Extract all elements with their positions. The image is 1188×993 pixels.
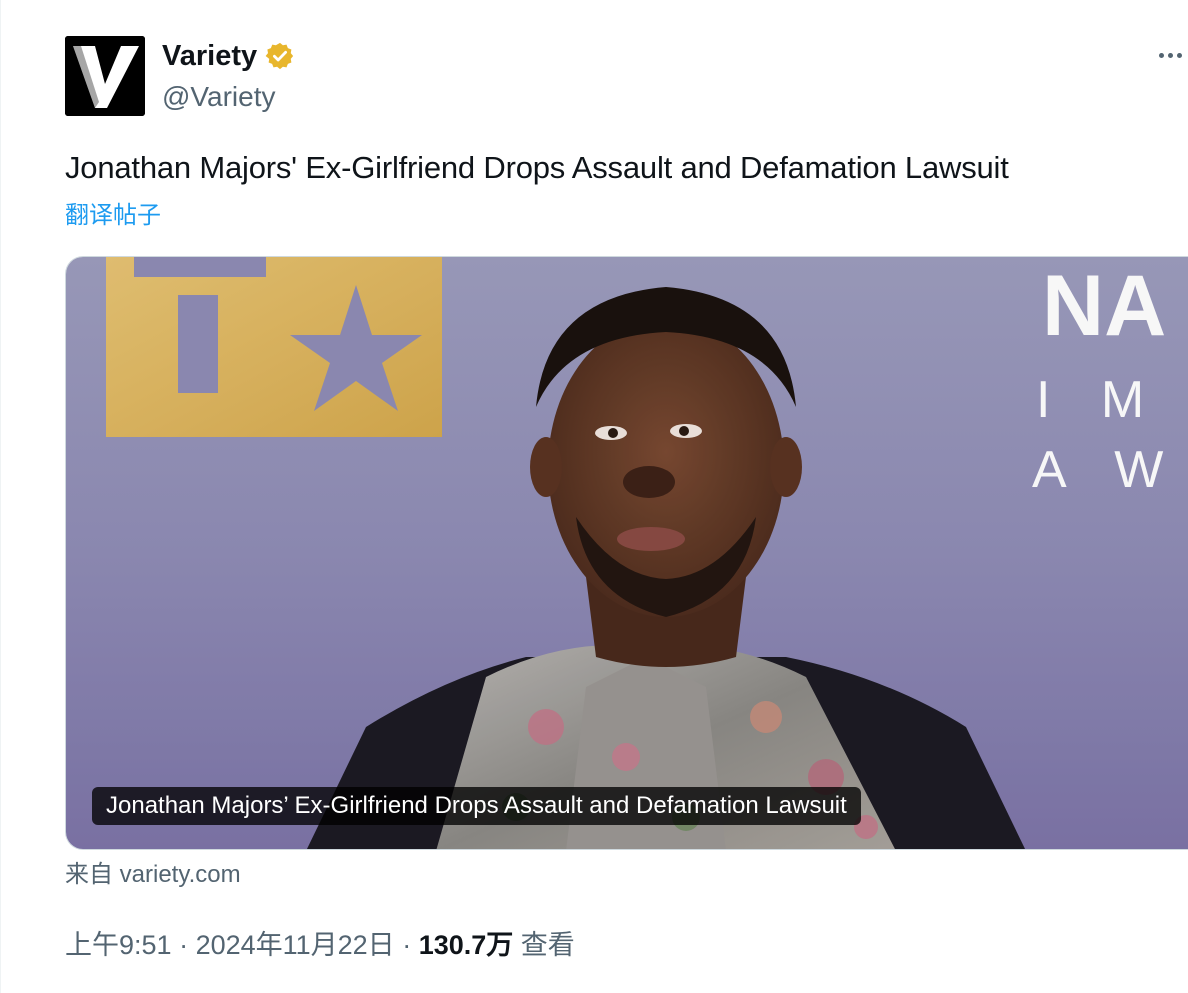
- variety-logo-icon: [65, 36, 145, 116]
- verified-badge-icon[interactable]: [265, 41, 295, 71]
- tweet-meta: 上午9:51 · 2024年11月22日 · 130.7万 查看: [65, 926, 575, 964]
- author-name-row[interactable]: Variety: [162, 38, 295, 74]
- tweet-date[interactable]: 2024年11月22日: [196, 930, 395, 960]
- views-count: 130.7万: [418, 930, 514, 960]
- tweet-article[interactable]: Variety @Variety Jonathan Majors' Ex-Gir…: [0, 0, 1188, 993]
- more-options-button[interactable]: [1159, 40, 1188, 70]
- meta-separator: ·: [394, 930, 419, 960]
- more-dot: [1177, 52, 1182, 58]
- more-horizontal-icon: [1159, 52, 1164, 58]
- translate-post-link[interactable]: 翻译帖子: [65, 200, 161, 232]
- display-name[interactable]: Variety: [162, 38, 257, 74]
- more-dot: [1168, 52, 1173, 58]
- author-handle[interactable]: @Variety: [162, 80, 276, 114]
- avatar[interactable]: [65, 36, 145, 116]
- card-source-link[interactable]: 来自 variety.com: [65, 858, 241, 892]
- link-card-media[interactable]: NA I M A W A: [65, 256, 1188, 850]
- meta-separator: ·: [171, 930, 196, 960]
- tweet-time[interactable]: 上午9:51: [65, 930, 172, 960]
- card-photo: NA I M A W A: [66, 257, 1188, 849]
- card-caption: Jonathan Majors’ Ex-Girlfriend Drops Ass…: [92, 787, 861, 825]
- views-label: 查看: [513, 930, 575, 960]
- tweet-text: Jonathan Majors' Ex-Girlfriend Drops Ass…: [65, 150, 1009, 185]
